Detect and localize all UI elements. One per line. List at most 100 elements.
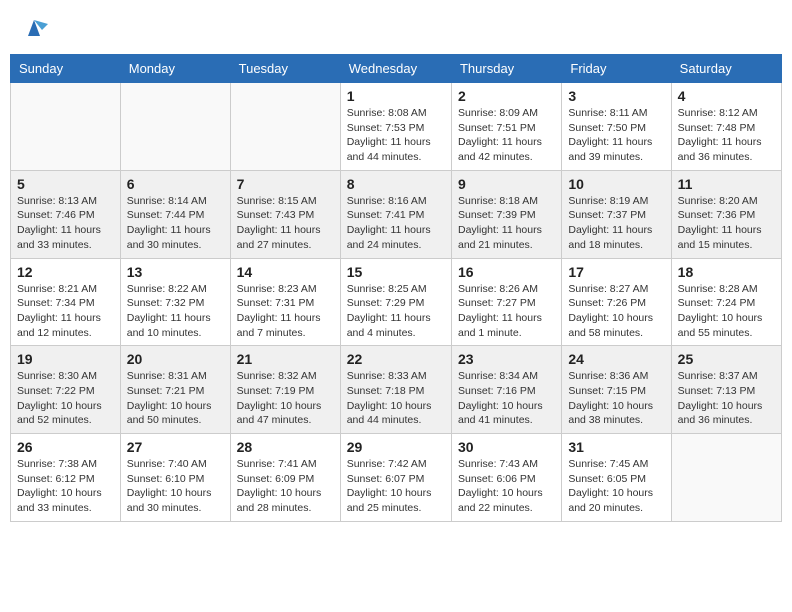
day-header-wednesday: Wednesday — [340, 55, 451, 83]
calendar-cell: 8 Sunrise: 8:16 AM Sunset: 7:41 PM Daylig… — [340, 170, 451, 258]
day-info: Sunrise: 8:36 AM Sunset: 7:15 PM Dayligh… — [568, 369, 664, 428]
calendar-cell: 25 Sunrise: 8:37 AM Sunset: 7:13 PM Dayli… — [671, 346, 781, 434]
day-number: 4 — [678, 88, 775, 104]
calendar-week-row: 5 Sunrise: 8:13 AM Sunset: 7:46 PM Daylig… — [11, 170, 782, 258]
day-number: 15 — [347, 264, 445, 280]
calendar-cell — [671, 434, 781, 522]
day-info: Sunrise: 8:37 AM Sunset: 7:13 PM Dayligh… — [678, 369, 775, 428]
day-number: 30 — [458, 439, 555, 455]
day-info: Sunrise: 8:34 AM Sunset: 7:16 PM Dayligh… — [458, 369, 555, 428]
day-number: 8 — [347, 176, 445, 192]
day-info: Sunrise: 8:32 AM Sunset: 7:19 PM Dayligh… — [237, 369, 334, 428]
day-number: 9 — [458, 176, 555, 192]
calendar-cell: 27 Sunrise: 7:40 AM Sunset: 6:10 PM Dayli… — [120, 434, 230, 522]
day-number: 24 — [568, 351, 664, 367]
day-info: Sunrise: 8:28 AM Sunset: 7:24 PM Dayligh… — [678, 282, 775, 341]
calendar-cell: 15 Sunrise: 8:25 AM Sunset: 7:29 PM Dayli… — [340, 258, 451, 346]
calendar-cell: 1 Sunrise: 8:08 AM Sunset: 7:53 PM Daylig… — [340, 83, 451, 171]
day-number: 21 — [237, 351, 334, 367]
day-info: Sunrise: 7:40 AM Sunset: 6:10 PM Dayligh… — [127, 457, 224, 516]
day-info: Sunrise: 8:27 AM Sunset: 7:26 PM Dayligh… — [568, 282, 664, 341]
calendar-cell: 6 Sunrise: 8:14 AM Sunset: 7:44 PM Daylig… — [120, 170, 230, 258]
day-info: Sunrise: 8:22 AM Sunset: 7:32 PM Dayligh… — [127, 282, 224, 341]
day-info: Sunrise: 8:21 AM Sunset: 7:34 PM Dayligh… — [17, 282, 114, 341]
day-number: 29 — [347, 439, 445, 455]
calendar-cell: 17 Sunrise: 8:27 AM Sunset: 7:26 PM Dayli… — [562, 258, 671, 346]
day-number: 10 — [568, 176, 664, 192]
calendar-cell: 24 Sunrise: 8:36 AM Sunset: 7:15 PM Dayli… — [562, 346, 671, 434]
calendar-table: SundayMondayTuesdayWednesdayThursdayFrid… — [10, 54, 782, 522]
calendar-cell: 28 Sunrise: 7:41 AM Sunset: 6:09 PM Dayli… — [230, 434, 340, 522]
day-info: Sunrise: 8:11 AM Sunset: 7:50 PM Dayligh… — [568, 106, 664, 165]
day-number: 6 — [127, 176, 224, 192]
day-number: 18 — [678, 264, 775, 280]
day-number: 25 — [678, 351, 775, 367]
day-info: Sunrise: 8:30 AM Sunset: 7:22 PM Dayligh… — [17, 369, 114, 428]
calendar-cell: 7Sunrise: 8:15 AM Sunset: 7:43 PM Daylig… — [230, 170, 340, 258]
day-info: Sunrise: 8:33 AM Sunset: 7:18 PM Dayligh… — [347, 369, 445, 428]
calendar-cell: 9 Sunrise: 8:18 AM Sunset: 7:39 PM Daylig… — [451, 170, 561, 258]
calendar-cell — [11, 83, 121, 171]
calendar-cell: 14Sunrise: 8:23 AM Sunset: 7:31 PM Dayli… — [230, 258, 340, 346]
day-number: 28 — [237, 439, 334, 455]
day-number: 16 — [458, 264, 555, 280]
calendar-cell: 29 Sunrise: 7:42 AM Sunset: 6:07 PM Dayli… — [340, 434, 451, 522]
calendar-cell: 16 Sunrise: 8:26 AM Sunset: 7:27 PM Dayli… — [451, 258, 561, 346]
day-number: 23 — [458, 351, 555, 367]
day-info: Sunrise: 8:15 AM Sunset: 7:43 PM Dayligh… — [237, 194, 334, 253]
calendar-cell: 19 Sunrise: 8:30 AM Sunset: 7:22 PM Dayli… — [11, 346, 121, 434]
day-header-thursday: Thursday — [451, 55, 561, 83]
calendar-cell — [230, 83, 340, 171]
day-number: 12 — [17, 264, 114, 280]
day-number: 26 — [17, 439, 114, 455]
calendar-cell: 11 Sunrise: 8:20 AM Sunset: 7:36 PM Dayli… — [671, 170, 781, 258]
day-number: 27 — [127, 439, 224, 455]
day-info: Sunrise: 8:26 AM Sunset: 7:27 PM Dayligh… — [458, 282, 555, 341]
day-number: 17 — [568, 264, 664, 280]
day-number: 19 — [17, 351, 114, 367]
calendar-cell: 3Sunrise: 8:11 AM Sunset: 7:50 PM Daylig… — [562, 83, 671, 171]
calendar-header-row: SundayMondayTuesdayWednesdayThursdayFrid… — [11, 55, 782, 83]
day-info: Sunrise: 8:08 AM Sunset: 7:53 PM Dayligh… — [347, 106, 445, 165]
logo — [18, 14, 48, 42]
calendar-cell: 30Sunrise: 7:43 AM Sunset: 6:06 PM Dayli… — [451, 434, 561, 522]
day-header-tuesday: Tuesday — [230, 55, 340, 83]
day-info: Sunrise: 8:25 AM Sunset: 7:29 PM Dayligh… — [347, 282, 445, 341]
day-info: Sunrise: 8:19 AM Sunset: 7:37 PM Dayligh… — [568, 194, 664, 253]
day-number: 1 — [347, 88, 445, 104]
day-info: Sunrise: 7:42 AM Sunset: 6:07 PM Dayligh… — [347, 457, 445, 516]
day-info: Sunrise: 7:41 AM Sunset: 6:09 PM Dayligh… — [237, 457, 334, 516]
day-header-friday: Friday — [562, 55, 671, 83]
day-info: Sunrise: 8:14 AM Sunset: 7:44 PM Dayligh… — [127, 194, 224, 253]
day-info: Sunrise: 7:38 AM Sunset: 6:12 PM Dayligh… — [17, 457, 114, 516]
calendar-week-row: 12 Sunrise: 8:21 AM Sunset: 7:34 PM Dayli… — [11, 258, 782, 346]
day-number: 5 — [17, 176, 114, 192]
day-info: Sunrise: 8:09 AM Sunset: 7:51 PM Dayligh… — [458, 106, 555, 165]
day-number: 14 — [237, 264, 334, 280]
day-header-monday: Monday — [120, 55, 230, 83]
calendar-week-row: 26 Sunrise: 7:38 AM Sunset: 6:12 PM Dayli… — [11, 434, 782, 522]
day-info: Sunrise: 8:16 AM Sunset: 7:41 PM Dayligh… — [347, 194, 445, 253]
calendar-cell: 18 Sunrise: 8:28 AM Sunset: 7:24 PM Dayli… — [671, 258, 781, 346]
day-number: 2 — [458, 88, 555, 104]
calendar-week-row: 1 Sunrise: 8:08 AM Sunset: 7:53 PM Daylig… — [11, 83, 782, 171]
day-info: Sunrise: 7:45 AM Sunset: 6:05 PM Dayligh… — [568, 457, 664, 516]
calendar-cell: 20Sunrise: 8:31 AM Sunset: 7:21 PM Dayli… — [120, 346, 230, 434]
day-number: 13 — [127, 264, 224, 280]
day-number: 11 — [678, 176, 775, 192]
day-info: Sunrise: 8:12 AM Sunset: 7:48 PM Dayligh… — [678, 106, 775, 165]
day-number: 31 — [568, 439, 664, 455]
day-info: Sunrise: 8:13 AM Sunset: 7:46 PM Dayligh… — [17, 194, 114, 253]
calendar-cell: 12 Sunrise: 8:21 AM Sunset: 7:34 PM Dayli… — [11, 258, 121, 346]
calendar-week-row: 19 Sunrise: 8:30 AM Sunset: 7:22 PM Dayli… — [11, 346, 782, 434]
day-number: 20 — [127, 351, 224, 367]
calendar-cell: 23 Sunrise: 8:34 AM Sunset: 7:16 PM Dayli… — [451, 346, 561, 434]
calendar-cell: 4 Sunrise: 8:12 AM Sunset: 7:48 PM Daylig… — [671, 83, 781, 171]
calendar-cell: 31 Sunrise: 7:45 AM Sunset: 6:05 PM Dayli… — [562, 434, 671, 522]
day-number: 22 — [347, 351, 445, 367]
page-header — [10, 10, 782, 46]
day-info: Sunrise: 8:18 AM Sunset: 7:39 PM Dayligh… — [458, 194, 555, 253]
day-info: Sunrise: 8:20 AM Sunset: 7:36 PM Dayligh… — [678, 194, 775, 253]
calendar-cell: 21 Sunrise: 8:32 AM Sunset: 7:19 PM Dayli… — [230, 346, 340, 434]
calendar-cell: 2 Sunrise: 8:09 AM Sunset: 7:51 PM Daylig… — [451, 83, 561, 171]
